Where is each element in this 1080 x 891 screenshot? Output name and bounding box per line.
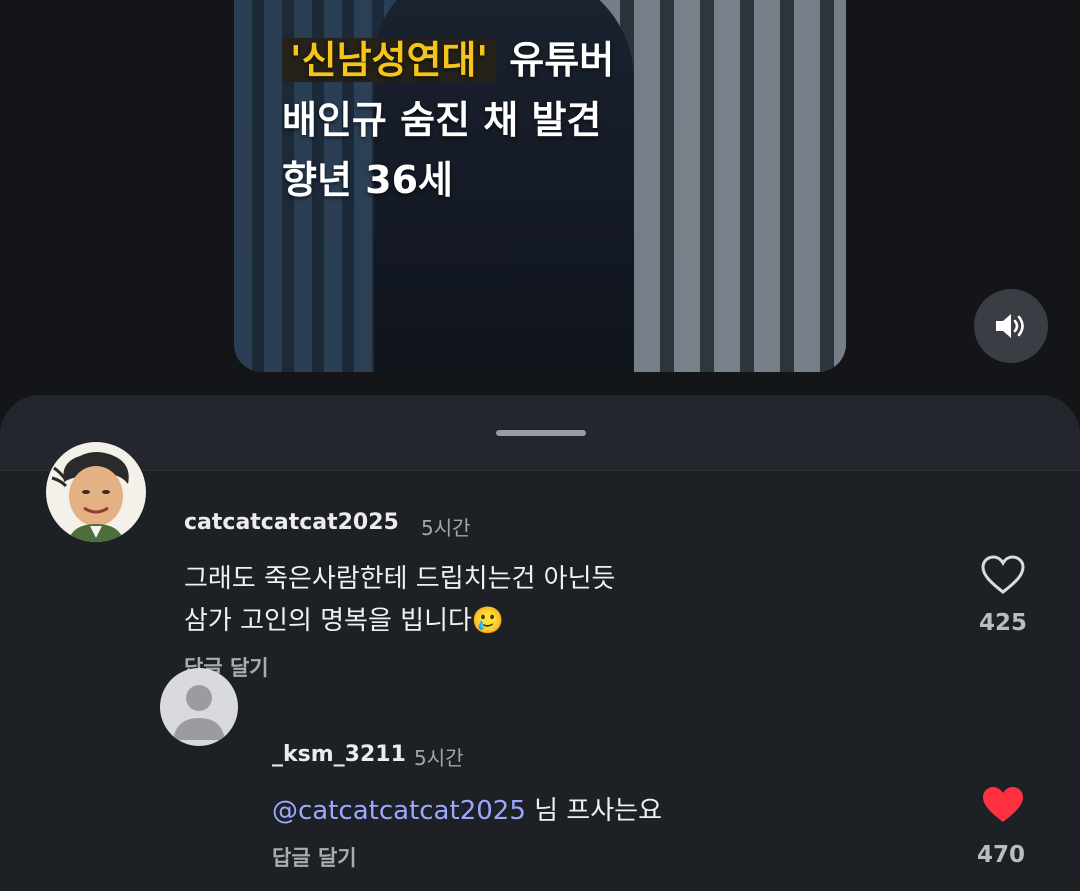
avatar-image bbox=[46, 442, 146, 542]
sound-toggle-button[interactable] bbox=[974, 289, 1048, 363]
comment-text-line-2-text: 삼가 고인의 명복을 빕니다 bbox=[184, 606, 472, 636]
avatar-silhouette bbox=[173, 685, 225, 740]
caption-highlight: '신남성연대' bbox=[282, 38, 497, 82]
emoji-tear-smile-icon: 🥲 bbox=[471, 606, 505, 636]
video-caption: '신남성연대' 유튜버 배인규 숨진 채 발견 향년 36세 bbox=[282, 30, 614, 210]
default-avatar-icon[interactable] bbox=[160, 668, 238, 746]
speaker-icon bbox=[996, 314, 1024, 338]
comment-time: 5시간 bbox=[421, 516, 471, 540]
reply-username[interactable]: _ksm_3211 bbox=[272, 742, 406, 767]
like-button[interactable] bbox=[980, 554, 1026, 600]
reply-text: @catcatcatcat2025 님 프사는요 bbox=[272, 790, 662, 827]
reply-text-body: 님 프사는요 bbox=[525, 796, 662, 826]
comment-list bbox=[0, 471, 1080, 891]
caption-line-1: '신남성연대' 유튜버 bbox=[282, 30, 614, 90]
reply-like-button[interactable] bbox=[980, 784, 1026, 830]
comment-text-line-1: 그래도 죽은사람한테 드립치는건 아닌듯 bbox=[184, 564, 616, 594]
caption-line-3: 향년 36세 bbox=[282, 158, 453, 202]
like-count: 425 bbox=[978, 610, 1027, 636]
profile-photo-icon[interactable] bbox=[46, 442, 146, 542]
heart-outline-icon bbox=[981, 555, 1025, 594]
comment-username[interactable]: catcatcatcat2025 bbox=[184, 510, 399, 535]
drag-handle[interactable] bbox=[496, 430, 586, 436]
caption-line-2: 배인규 숨진 채 발견 bbox=[282, 98, 602, 142]
sheet-header bbox=[0, 395, 1080, 471]
reply-time: 5시간 bbox=[414, 746, 464, 770]
mention-link[interactable]: @catcatcatcat2025 bbox=[272, 796, 526, 826]
comment-text-line-2: 삼가 고인의 명복을 빕니다🥲 bbox=[184, 600, 504, 637]
reply-reply-button[interactable]: 답글 달기 bbox=[272, 842, 357, 872]
video-player[interactable]: '신남성연대' 유튜버 배인규 숨진 채 발견 향년 36세 bbox=[234, 0, 846, 372]
video-area: '신남성연대' 유튜버 배인규 숨진 채 발견 향년 36세 bbox=[0, 0, 1080, 420]
caption-line-1-rest: 유튜버 bbox=[496, 38, 615, 82]
reply-like-count: 470 bbox=[976, 842, 1025, 868]
heart-filled-icon bbox=[983, 787, 1023, 822]
